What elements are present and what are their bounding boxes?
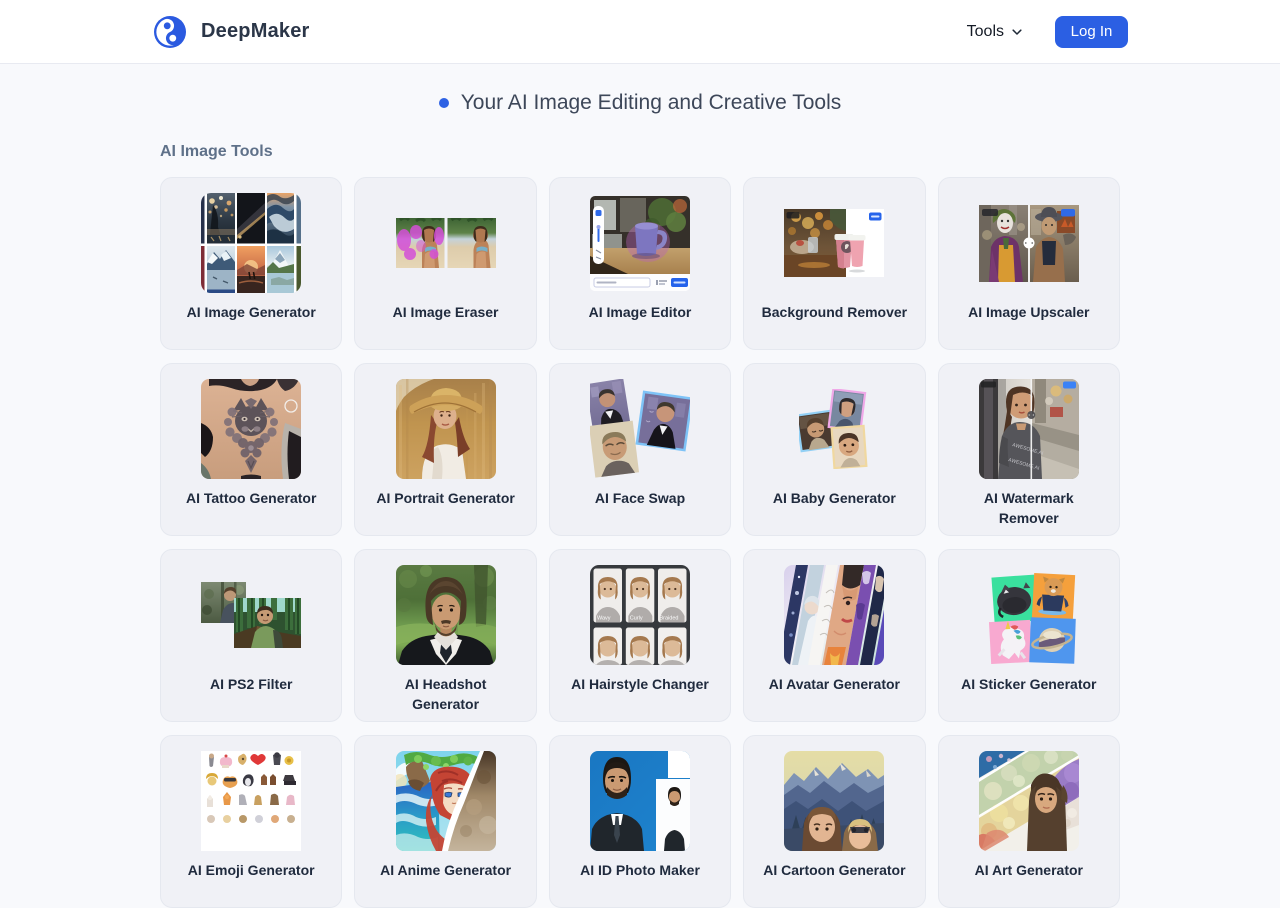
svg-text:Wavy: Wavy [597, 616, 611, 622]
svg-text:Curly: Curly [630, 616, 643, 622]
svg-text:Braided: Braided [659, 616, 678, 622]
